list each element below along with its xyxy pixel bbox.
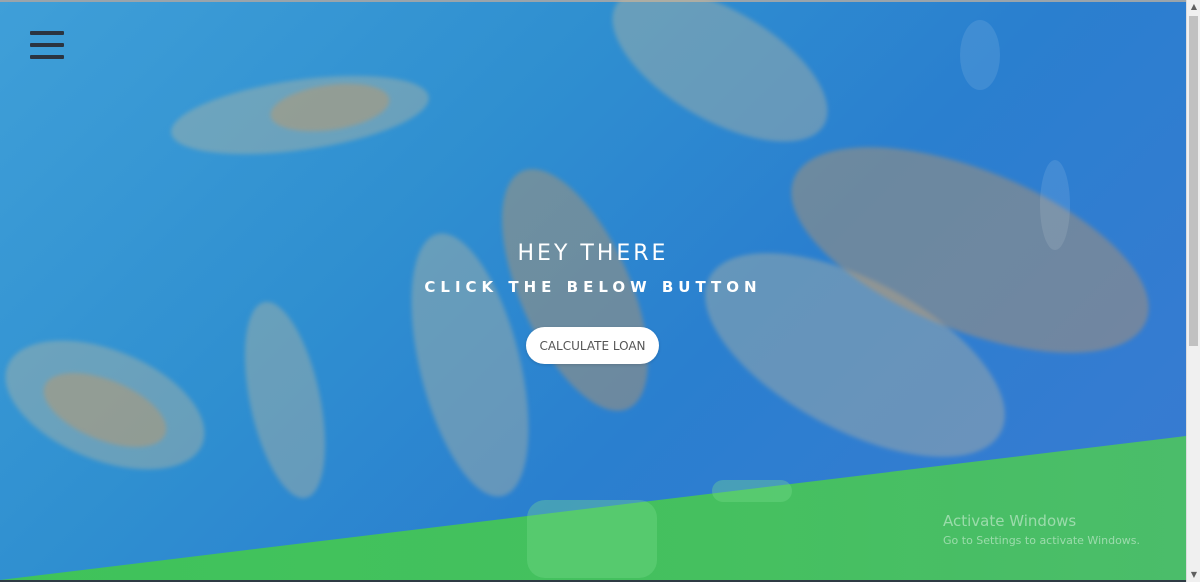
- water-ripple: [1040, 160, 1070, 250]
- scroll-up-arrow-icon[interactable]: ▲: [1187, 0, 1200, 14]
- menu-bar: [30, 31, 64, 35]
- hero-section: HEY THERE CLICK THE BELOW BUTTON CALCULA…: [0, 0, 1186, 580]
- hero-title: HEY THERE: [517, 241, 669, 266]
- scrollbar-thumb[interactable]: [1189, 16, 1198, 346]
- green-decoration: [527, 500, 657, 578]
- scroll-down-arrow-icon[interactable]: ▼: [1187, 568, 1200, 582]
- water-ripple: [960, 20, 1000, 90]
- menu-bar: [30, 43, 64, 47]
- hero-subtitle: CLICK THE BELOW BUTTON: [424, 278, 762, 296]
- menu-bar: [30, 55, 64, 59]
- hamburger-menu-icon[interactable]: [30, 31, 64, 61]
- koi-fish-decoration: [229, 294, 341, 506]
- green-decoration: [712, 480, 792, 502]
- calculate-loan-button[interactable]: CALCULATE LOAN: [526, 327, 659, 364]
- activate-windows-subtitle: Go to Settings to activate Windows.: [943, 534, 1141, 547]
- koi-fish-decoration: [588, 0, 852, 173]
- top-border: [0, 0, 1186, 2]
- vertical-scrollbar[interactable]: ▲ ▼: [1186, 0, 1200, 582]
- activate-windows-title: Activate Windows: [943, 512, 1077, 530]
